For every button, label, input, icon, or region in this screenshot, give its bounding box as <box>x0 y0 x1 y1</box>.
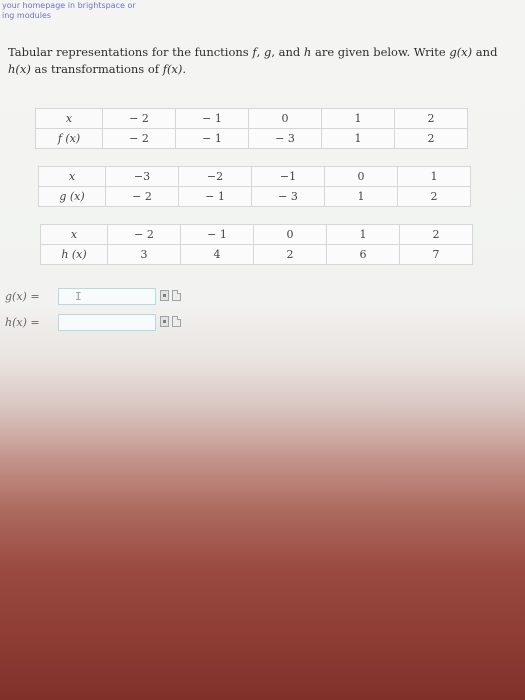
document-icon[interactable] <box>172 290 181 301</box>
table-cell: − 3 <box>248 128 322 149</box>
table-cell: 2 <box>394 108 468 129</box>
answer-g-input[interactable]: I <box>58 288 156 305</box>
table-h: x − 2 − 1 0 1 2 h (x) 3 4 2 6 7 <box>40 224 473 265</box>
text-cursor-icon: I <box>75 290 82 303</box>
table-cell: 3 <box>107 244 181 265</box>
table-cell: 1 <box>324 186 398 207</box>
table-header-fx: f (x) <box>35 128 103 149</box>
table-cell: 1 <box>321 108 395 129</box>
table-row: x −3 −2 −1 0 1 <box>38 166 471 187</box>
table-header-hx: h (x) <box>40 244 108 265</box>
problem-text: , and <box>271 45 304 59</box>
table-cell: − 2 <box>102 128 176 149</box>
table-cell: 2 <box>397 186 471 207</box>
table-cell: − 1 <box>178 186 252 207</box>
math-gx: g(x) <box>449 45 473 59</box>
table-cell: − 3 <box>251 186 325 207</box>
answer-h-label: h(x) = <box>5 316 40 329</box>
table-f: x − 2 − 1 0 1 2 f (x) − 2 − 1 − 3 1 2 <box>35 108 468 149</box>
table-cell: 2 <box>253 244 327 265</box>
table-cell: 0 <box>253 224 327 245</box>
table-header-gx: g (x) <box>38 186 106 207</box>
table-header-x: x <box>38 166 106 187</box>
table-header-x: x <box>35 108 103 129</box>
header-link-modules[interactable]: ing modules <box>2 11 51 20</box>
math-hx: h(x) <box>8 62 31 76</box>
table-cell: − 2 <box>105 186 179 207</box>
math-fx: f(x) <box>162 62 183 76</box>
table-cell: 6 <box>326 244 400 265</box>
table-row: x − 2 − 1 0 1 2 <box>35 108 468 129</box>
table-cell: 4 <box>180 244 254 265</box>
browser-header: your homepage in brightspace or ing modu… <box>0 0 525 34</box>
table-cell: 1 <box>397 166 471 187</box>
problem-text: are given below. Write <box>311 45 450 59</box>
problem-text: , <box>256 45 264 59</box>
table-row: h (x) 3 4 2 6 7 <box>40 244 473 265</box>
table-row: x − 2 − 1 0 1 2 <box>40 224 473 245</box>
table-cell: − 1 <box>175 128 249 149</box>
table-cell: − 2 <box>102 108 176 129</box>
answer-g-label: g(x) = <box>5 290 40 303</box>
table-cell: 0 <box>248 108 322 129</box>
table-cell: 0 <box>324 166 398 187</box>
problem-text: Tabular representations for the function… <box>8 45 253 59</box>
table-cell: −2 <box>178 166 252 187</box>
problem-statement: Tabular representations for the function… <box>8 44 513 78</box>
table-cell: − 2 <box>107 224 181 245</box>
table-cell: 1 <box>326 224 400 245</box>
table-cell: 1 <box>321 128 395 149</box>
table-cell: − 1 <box>175 108 249 129</box>
table-cell: 2 <box>394 128 468 149</box>
table-row: g (x) − 2 − 1 − 3 1 2 <box>38 186 471 207</box>
equation-editor-icon[interactable] <box>160 316 169 327</box>
header-link-homepage[interactable]: your homepage in brightspace or <box>2 1 136 10</box>
problem-text: and <box>472 45 498 59</box>
table-cell: − 1 <box>180 224 254 245</box>
answer-h-input[interactable] <box>58 314 156 331</box>
table-cell: −1 <box>251 166 325 187</box>
problem-text: . <box>182 62 187 76</box>
table-cell: −3 <box>105 166 179 187</box>
table-cell: 2 <box>399 224 473 245</box>
table-cell: 7 <box>399 244 473 265</box>
equation-editor-icon[interactable] <box>160 290 169 301</box>
table-g: x −3 −2 −1 0 1 g (x) − 2 − 1 − 3 1 2 <box>38 166 471 207</box>
table-row: f (x) − 2 − 1 − 3 1 2 <box>35 128 468 149</box>
table-header-x: x <box>40 224 108 245</box>
problem-text: as transformations of <box>30 62 163 76</box>
document-icon[interactable] <box>172 316 181 327</box>
